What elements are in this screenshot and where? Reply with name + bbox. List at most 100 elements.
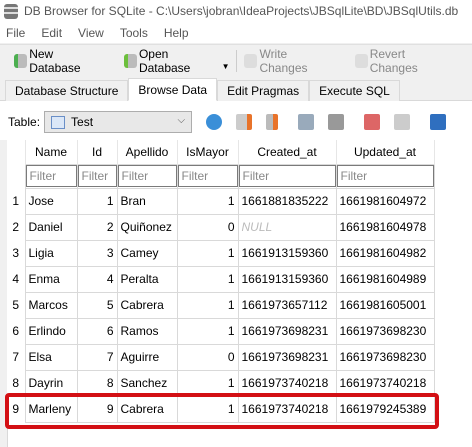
clear-sorting-icon[interactable] — [266, 114, 279, 130]
id-cell[interactable]: 8 — [76, 369, 118, 397]
row-number[interactable]: 9 — [7, 396, 25, 422]
row-number[interactable]: 3 — [7, 240, 25, 266]
filter-input[interactable] — [238, 165, 336, 187]
name-cell[interactable]: Marcos — [24, 291, 78, 319]
menu-view[interactable]: View — [78, 26, 104, 40]
is-mayor-cell[interactable]: 1 — [176, 187, 239, 215]
id-cell[interactable]: 7 — [76, 343, 118, 371]
table-row[interactable]: 9 Marleny 9 Cabrera 1 1661973740218 1661979245… — [7, 395, 435, 423]
updated-at-cell[interactable]: 1661973698230 — [335, 343, 435, 371]
id-cell[interactable]: 9 — [76, 395, 118, 423]
table-row[interactable]: 4 Enma 4 Peralta 1 1661913159360 1661981604989 — [7, 265, 435, 293]
updated-at-cell[interactable]: 1661981604972 — [335, 187, 435, 215]
row-number[interactable]: 5 — [7, 292, 25, 318]
dropdown-arrow-icon[interactable]: ▼ — [222, 62, 230, 71]
print-icon[interactable] — [328, 114, 345, 130]
column-header[interactable]: IsMayor — [177, 140, 239, 164]
name-cell[interactable]: Ligia — [24, 239, 78, 267]
menu-help[interactable]: Help — [164, 26, 189, 40]
tab-execute-sql[interactable]: Execute SQL — [309, 80, 400, 101]
refresh-icon[interactable] — [206, 114, 223, 130]
name-cell[interactable]: Marleny — [24, 395, 78, 423]
table-row[interactable]: 3 Ligia 3 Camey 1 1661913159360 1661981604982 — [7, 239, 435, 267]
created-at-cell[interactable]: 1661913159360 — [237, 265, 337, 293]
filter-input[interactable] — [77, 165, 117, 187]
apellido-cell[interactable]: Sanchez — [116, 369, 178, 397]
revert-changes-button[interactable]: Revert Changes — [354, 47, 450, 75]
text-format-icon[interactable] — [430, 114, 447, 130]
name-cell[interactable]: Erlindo — [24, 317, 78, 345]
table-select[interactable]: Test ⌵ — [44, 111, 193, 133]
row-number[interactable]: 4 — [7, 266, 25, 292]
is-mayor-cell[interactable]: 0 — [176, 343, 239, 371]
delete-record-icon[interactable] — [394, 114, 411, 130]
clear-filters-icon[interactable] — [236, 114, 253, 130]
save-table-icon[interactable] — [298, 114, 315, 130]
is-mayor-cell[interactable]: 1 — [176, 291, 239, 319]
is-mayor-cell[interactable]: 1 — [176, 395, 239, 423]
apellido-cell[interactable]: Ramos — [116, 317, 178, 345]
is-mayor-cell[interactable]: 1 — [176, 369, 239, 397]
updated-at-cell[interactable]: 1661981604989 — [335, 265, 435, 293]
menu-tools[interactable]: Tools — [120, 26, 148, 40]
apellido-cell[interactable]: Camey — [116, 239, 178, 267]
row-number[interactable]: 2 — [7, 214, 25, 240]
apellido-cell[interactable]: Cabrera — [116, 395, 178, 423]
id-cell[interactable]: 4 — [76, 265, 118, 293]
table-row[interactable]: 7 Elsa 7 Aguirre 0 1661973698231 1661973698230 — [7, 343, 435, 371]
created-at-cell[interactable]: 1661973698231 — [237, 317, 337, 345]
is-mayor-cell[interactable]: 0 — [176, 213, 239, 241]
table-row[interactable]: 8 Dayrin 8 Sanchez 1 1661973740218 16619737402… — [7, 369, 435, 397]
updated-at-cell[interactable]: 1661973698230 — [335, 317, 435, 345]
created-at-cell[interactable]: 1661973657112 — [237, 291, 337, 319]
open-database-button[interactable]: Open Database ▼ — [123, 47, 230, 75]
created-at-cell[interactable]: 1661973698231 — [237, 343, 337, 371]
created-at-cell[interactable]: NULL — [237, 213, 337, 241]
new-database-button[interactable]: New Database — [14, 47, 102, 75]
column-header[interactable]: Created_at — [238, 140, 337, 164]
id-cell[interactable]: 2 — [76, 213, 118, 241]
tab-browse-data[interactable]: Browse Data — [128, 78, 218, 101]
filter-input[interactable] — [117, 165, 177, 187]
is-mayor-cell[interactable]: 1 — [176, 317, 239, 345]
created-at-cell[interactable]: 1661973740218 — [237, 369, 337, 397]
updated-at-cell[interactable]: 1661981604978 — [335, 213, 435, 241]
created-at-cell[interactable]: 1661913159360 — [237, 239, 337, 267]
apellido-cell[interactable]: Quiñonez — [116, 213, 178, 241]
table-row[interactable]: 6 Erlindo 6 Ramos 1 1661973698231 166197369823… — [7, 317, 435, 345]
updated-at-cell[interactable]: 1661979245389 — [335, 395, 435, 423]
id-cell[interactable]: 3 — [76, 239, 118, 267]
id-cell[interactable]: 6 — [76, 317, 118, 345]
updated-at-cell[interactable]: 1661981605001 — [335, 291, 435, 319]
row-number[interactable]: 6 — [7, 318, 25, 344]
apellido-cell[interactable]: Aguirre — [116, 343, 178, 371]
filter-input[interactable] — [177, 165, 238, 187]
menu-file[interactable]: File — [6, 26, 25, 40]
menu-edit[interactable]: Edit — [41, 26, 62, 40]
filter-input[interactable] — [336, 165, 434, 187]
name-cell[interactable]: Daniel — [24, 213, 78, 241]
name-cell[interactable]: Jose — [24, 187, 78, 215]
name-cell[interactable]: Dayrin — [24, 369, 78, 397]
id-cell[interactable]: 5 — [76, 291, 118, 319]
filter-input[interactable] — [25, 165, 77, 187]
row-number[interactable]: 1 — [7, 188, 25, 214]
table-row[interactable]: 2 Daniel 2 Quiñonez 0 NULL 1661981604978 — [7, 213, 435, 241]
apellido-cell[interactable]: Bran — [116, 187, 178, 215]
column-header[interactable]: Updated_at — [336, 140, 435, 164]
table-row[interactable]: 5 Marcos 5 Cabrera 1 1661973657112 16619816050… — [7, 291, 435, 319]
column-header[interactable]: Name — [25, 140, 78, 164]
column-header[interactable]: Id — [77, 140, 118, 164]
insert-record-icon[interactable] — [364, 114, 381, 130]
updated-at-cell[interactable]: 1661973740218 — [335, 369, 435, 397]
apellido-cell[interactable]: Peralta — [116, 265, 178, 293]
table-row[interactable]: 1 Jose 1 Bran 1 1661881835222 1661981604972 — [7, 187, 435, 215]
id-cell[interactable]: 1 — [76, 187, 118, 215]
name-cell[interactable]: Elsa — [24, 343, 78, 371]
is-mayor-cell[interactable]: 1 — [176, 239, 239, 267]
column-header[interactable]: Apellido — [117, 140, 178, 164]
apellido-cell[interactable]: Cabrera — [116, 291, 178, 319]
name-cell[interactable]: Enma — [24, 265, 78, 293]
row-number[interactable]: 7 — [7, 344, 25, 370]
tab-database-structure[interactable]: Database Structure — [5, 80, 129, 101]
